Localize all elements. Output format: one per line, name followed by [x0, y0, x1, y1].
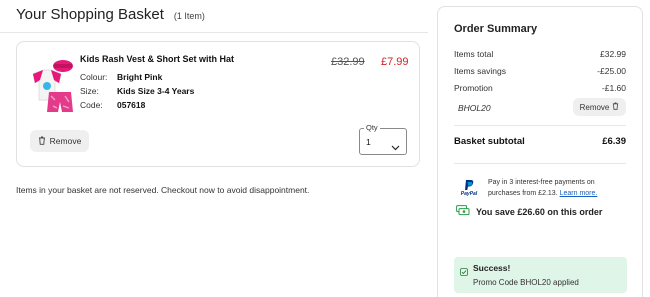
- subtotal-row: Basket subtotal £6.39: [454, 136, 626, 147]
- paypal-icon: PayPal: [458, 177, 480, 199]
- size-value: Kids Size 3-4 Years: [117, 86, 195, 96]
- items-total-value: £32.99: [600, 49, 626, 59]
- quantity-label: Qty: [364, 123, 380, 132]
- trash-icon: [38, 136, 46, 147]
- reserve-note: Items in your basket are not reserved. C…: [16, 185, 310, 195]
- subtotal-value: £6.39: [602, 136, 626, 147]
- quantity-value: 1: [366, 137, 371, 147]
- remove-promo-button[interactable]: Remove: [573, 98, 626, 116]
- promotion-row: Promotion -£1.60: [454, 83, 626, 93]
- header-divider: [0, 32, 428, 33]
- check-icon: [460, 263, 468, 281]
- sale-price: £7.99: [381, 56, 409, 68]
- summary-divider: [454, 125, 626, 126]
- page-title: Your Shopping Basket: [16, 6, 164, 23]
- trash-icon: [612, 102, 619, 112]
- product-image[interactable]: [27, 56, 87, 118]
- product-details: Colour: Bright Pink Size: Kids Size 3-4 …: [80, 70, 194, 112]
- size-label: Size:: [80, 86, 99, 96]
- success-message: Promo Code BHOL20 applied: [473, 278, 579, 287]
- paypal-text: Pay in 3 interest-free payments on purch…: [488, 177, 608, 199]
- remove-item-label: Remove: [49, 136, 82, 146]
- promotion-label: Promotion: [454, 83, 493, 93]
- code-label: Code:: [80, 100, 103, 110]
- savings-value: -£25.00: [597, 66, 626, 76]
- promo-success-alert: Success! Promo Code BHOL20 applied: [454, 257, 627, 293]
- colour-value: Bright Pink: [117, 72, 163, 82]
- chevron-down-icon: [391, 138, 400, 156]
- promotion-value: -£1.60: [601, 83, 626, 93]
- code-value: 057618: [117, 100, 146, 110]
- product-name[interactable]: Kids Rash Vest & Short Set with Hat: [80, 54, 234, 64]
- summary-divider: [454, 163, 626, 164]
- paypal-logo-text: PayPal: [460, 191, 478, 197]
- savings-label: Items savings: [454, 66, 506, 76]
- page-header: Your Shopping Basket (1 Item): [16, 6, 205, 23]
- cash-icon: [456, 205, 470, 218]
- colour-row: Colour: Bright Pink: [80, 70, 194, 84]
- success-title: Success!: [473, 263, 511, 273]
- promo-code: BHOL20: [458, 103, 491, 113]
- remove-item-button[interactable]: Remove: [30, 130, 89, 152]
- order-summary-title: Order Summary: [454, 23, 538, 35]
- item-count: (1 Item): [173, 11, 205, 21]
- code-row: Code: 057618: [80, 98, 194, 112]
- savings-row: Items savings -£25.00: [454, 66, 626, 76]
- order-summary-panel: Order Summary Items total £32.99 Items s…: [437, 6, 643, 297]
- saving-message-row: You save £26.60 on this order: [456, 205, 602, 218]
- size-row: Size: Kids Size 3-4 Years: [80, 84, 194, 98]
- promo-remove-label: Remove: [579, 102, 610, 112]
- quantity-select[interactable]: Qty 1: [359, 123, 407, 156]
- paypal-learn-more-link[interactable]: Learn more.: [560, 190, 598, 197]
- colour-label: Colour:: [80, 72, 108, 82]
- original-price: £32.99: [331, 56, 365, 68]
- subtotal-label: Basket subtotal: [454, 136, 525, 147]
- items-total-row: Items total £32.99: [454, 49, 626, 59]
- basket-item-card: Kids Rash Vest & Short Set with Hat Colo…: [16, 41, 420, 167]
- saving-message: You save £26.60 on this order: [476, 206, 603, 217]
- paypal-installments: PayPal Pay in 3 interest-free payments o…: [458, 177, 608, 199]
- items-total-label: Items total: [454, 49, 494, 59]
